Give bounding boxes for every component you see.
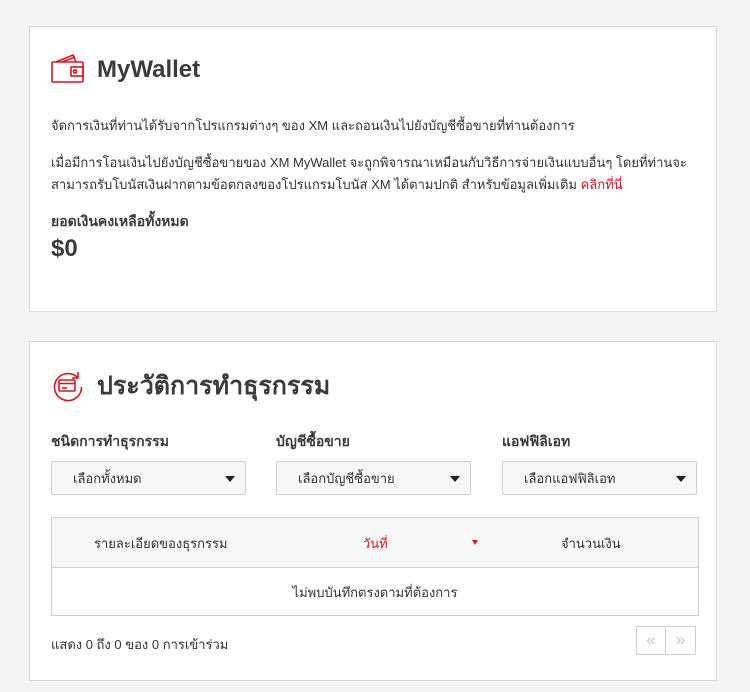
transaction-type-select[interactable]: เลือกทั้งหมด [51, 461, 246, 495]
balance-value: $0 [51, 235, 78, 262]
column-header-details[interactable]: รายละเอียดของธุรกรรม [94, 518, 228, 567]
click-here-link[interactable]: คลิกที่นี่ [581, 177, 623, 192]
transaction-history-header: ประวัติการทำธุรกรรม [51, 366, 330, 406]
balance-label: ยอดเงินคงเหลือทั้งหมด [51, 213, 189, 229]
transaction-history-card: ประวัติการทำธุรกรรม ชนิดการทำธุรกรรม บัญ… [29, 341, 717, 681]
column-header-amount[interactable]: จำนวนเงิน [561, 518, 621, 567]
previous-page-button[interactable]: « [636, 626, 666, 655]
transaction-history-icon [51, 368, 85, 404]
wallet-icon [51, 52, 85, 88]
transactions-table: รายละเอียดของธุรกรรม วันที่ จำนวนเงิน ไม… [51, 517, 699, 616]
affiliate-select[interactable]: เลือกแอฟฟิลิเอท [502, 461, 697, 495]
next-page-button[interactable]: » [666, 626, 696, 655]
filter-label-trading-account: บัญชีซื้อขาย [276, 433, 350, 449]
caret-down-icon [225, 476, 235, 482]
mywallet-header: MyWallet [51, 52, 200, 88]
trading-account-value: เลือกบัญชีซื้อขาย [298, 470, 395, 486]
transaction-type-value: เลือกทั้งหมด [73, 470, 142, 486]
table-header: รายละเอียดของธุรกรรม วันที่ จำนวนเงิน [52, 518, 698, 568]
filter-label-affiliate: แอฟฟิลิเอท [502, 433, 571, 449]
filter-label-transaction-type: ชนิดการทำธุรกรรม [51, 433, 169, 449]
mywallet-card: MyWallet จัดการเงินที่ท่านได้รับจากโปรแก… [29, 26, 717, 312]
caret-down-icon [450, 476, 460, 482]
column-header-date[interactable]: วันที่ [363, 518, 388, 567]
transaction-history-title: ประวัติการทำธุรกรรม [97, 372, 331, 400]
mywallet-title: MyWallet [97, 56, 201, 83]
wallet-note: เมื่อมีการโอนเงินไปยังบัญชีซื้อขายของ XM… [51, 152, 701, 196]
empty-table-message: ไม่พบบันทึกตรงตามที่ต้องการ [292, 585, 458, 600]
pagination: « » [636, 626, 696, 655]
sort-descending-icon[interactable] [472, 540, 478, 545]
affiliate-value: เลือกแอฟฟิลิเอท [524, 470, 616, 486]
trading-account-select[interactable]: เลือกบัญชีซื้อขาย [276, 461, 471, 495]
pagination-summary: แสดง 0 ถึง 0 ของ 0 การเข้าร่วม [51, 637, 229, 652]
caret-down-icon [676, 476, 686, 482]
wallet-description: จัดการเงินที่ท่านได้รับจากโปรแกรมต่างๆ ข… [51, 118, 575, 133]
